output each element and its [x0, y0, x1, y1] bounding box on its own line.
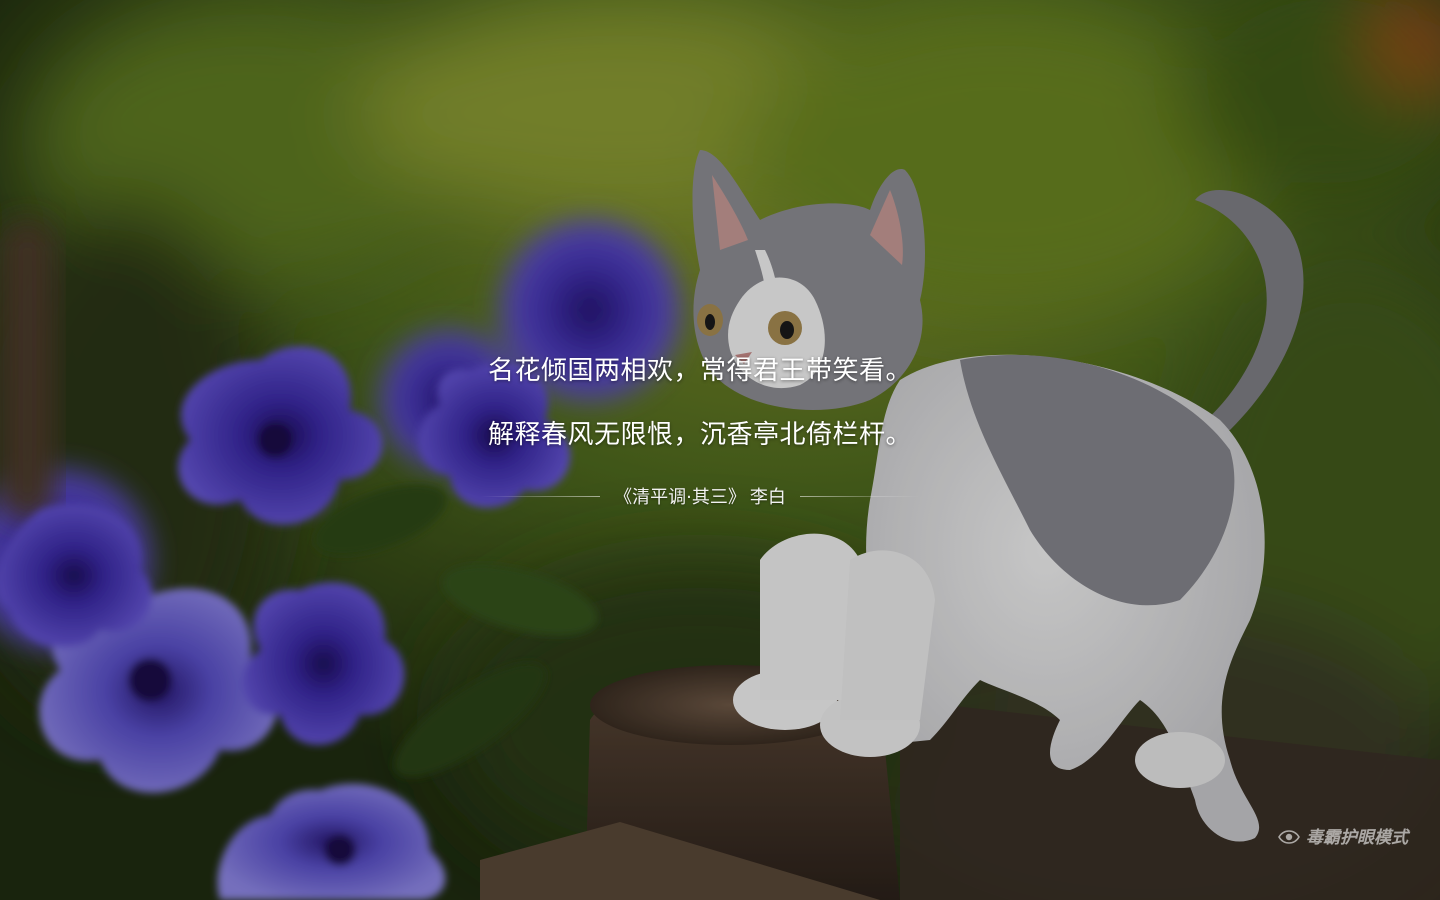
poem-line-2: 解释春风无限恨，沉香亭北倚栏杆。	[487, 420, 912, 450]
poem-line-1: 名花倾国两相欢，常得君王带笑看。	[487, 356, 912, 386]
poem-title: 《清平调·其三》	[614, 487, 746, 508]
poem-author: 李白	[749, 487, 786, 508]
source-right-rule	[799, 495, 920, 497]
poem-source: 《清平调·其三》 李白	[614, 483, 786, 509]
source-left-rule	[480, 495, 601, 497]
poem-block: 名花倾国两相欢，常得君王带笑看。 解释春风无限恨，沉香亭北倚栏杆。 《清平调·其…	[0, 355, 1400, 509]
eye-mode-label: 毒霸护眼模式	[1306, 828, 1408, 848]
eye-icon	[1278, 829, 1300, 844]
poem-source-row: 《清平调·其三》 李白	[0, 483, 1400, 509]
eye-protection-mode-button[interactable]: 毒霸护眼模式	[1278, 823, 1408, 848]
